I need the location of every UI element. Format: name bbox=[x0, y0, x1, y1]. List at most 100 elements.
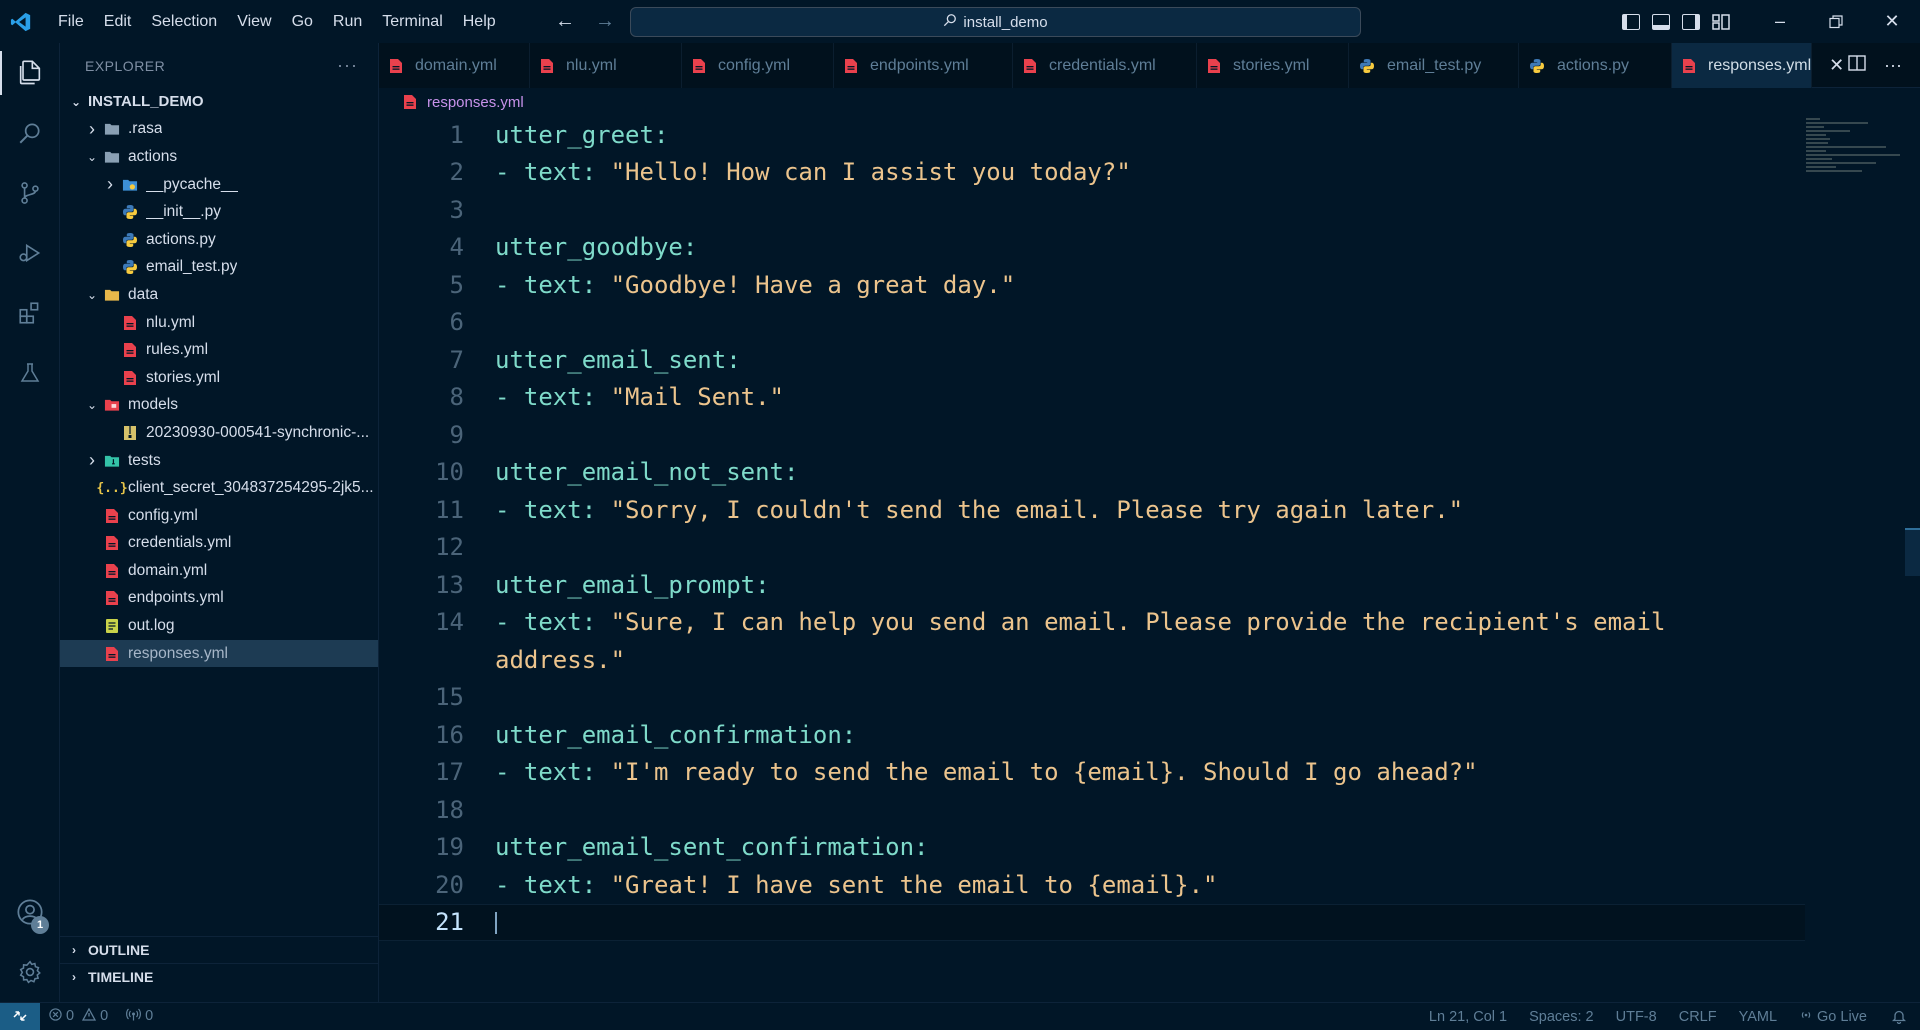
problems-indicator[interactable]: 0 0 bbox=[40, 1007, 117, 1025]
code-line[interactable]: 5 - text: "Goodbye! Have a great day." bbox=[379, 266, 1805, 304]
code-line[interactable]: 19 utter_email_sent_confirmation: bbox=[379, 829, 1805, 867]
close-window-icon[interactable]: ✕ bbox=[1864, 0, 1920, 43]
editor-tab[interactable]: responses.yml ✕ bbox=[1672, 43, 1844, 88]
editor-tab[interactable]: nlu.yml bbox=[530, 43, 682, 88]
split-editor-icon[interactable] bbox=[1848, 55, 1866, 76]
code-line[interactable]: 14 - text: "Sure, I can help you send an … bbox=[379, 604, 1805, 642]
menu-terminal[interactable]: Terminal bbox=[372, 7, 452, 37]
testing-flask-icon[interactable] bbox=[0, 343, 60, 403]
code-line[interactable]: 7 utter_email_sent: bbox=[379, 341, 1805, 379]
workspace-root[interactable]: ⌄ INSTALL_DEMO bbox=[60, 88, 378, 116]
toggle-panel-icon[interactable] bbox=[1652, 13, 1670, 30]
code-line[interactable]: 12 bbox=[379, 529, 1805, 567]
tree-item[interactable]: ⌄ actions bbox=[60, 143, 378, 171]
menu-selection[interactable]: Selection bbox=[141, 7, 227, 37]
tree-item[interactable]: › tests bbox=[60, 447, 378, 475]
notifications-bell-icon[interactable] bbox=[1878, 1009, 1920, 1024]
settings-gear-icon[interactable] bbox=[0, 942, 60, 1002]
source-control-icon[interactable] bbox=[0, 163, 60, 223]
tree-item[interactable]: responses.yml bbox=[60, 639, 378, 668]
remote-indicator-icon[interactable] bbox=[0, 1002, 40, 1030]
more-actions-icon[interactable]: ··· bbox=[337, 55, 358, 76]
editor-tab[interactable]: endpoints.yml bbox=[834, 43, 1013, 88]
forward-arrow-icon[interactable]: → bbox=[595, 10, 615, 33]
yaml-file-icon bbox=[104, 563, 120, 579]
tree-item[interactable]: nlu.yml bbox=[60, 309, 378, 337]
restore-icon[interactable] bbox=[1808, 0, 1864, 43]
scrollbar-thumb[interactable] bbox=[1905, 528, 1920, 576]
breadcrumb-file[interactable]: responses.yml bbox=[427, 94, 524, 111]
tree-item[interactable]: › .rasa bbox=[60, 116, 378, 144]
close-tab-icon[interactable]: ✕ bbox=[1829, 55, 1844, 76]
cursor-position[interactable]: Ln 21, Col 1 bbox=[1418, 1009, 1518, 1025]
current-code-line[interactable]: 21 bbox=[379, 903, 1805, 941]
code-line[interactable]: 4 utter_goodbye: bbox=[379, 229, 1805, 267]
tree-item[interactable]: {..} client_secret_304837254295-2jk5... bbox=[60, 474, 378, 502]
extensions-icon[interactable] bbox=[0, 283, 60, 343]
back-arrow-icon[interactable]: ← bbox=[555, 10, 575, 33]
outline-section[interactable]: › OUTLINE bbox=[60, 936, 379, 963]
toggle-primary-sidebar-icon[interactable] bbox=[1622, 13, 1640, 30]
code-line[interactable]: 18 bbox=[379, 791, 1805, 829]
menu-view[interactable]: View bbox=[227, 7, 281, 37]
tree-item[interactable]: config.yml bbox=[60, 502, 378, 530]
language-mode[interactable]: YAML bbox=[1728, 1009, 1788, 1025]
menu-run[interactable]: Run bbox=[323, 7, 372, 37]
tree-item[interactable]: › __pycache__ bbox=[60, 171, 378, 199]
code-line[interactable]: 13 utter_email_prompt: bbox=[379, 566, 1805, 604]
tree-item[interactable]: ⌄ data bbox=[60, 281, 378, 309]
yaml-text-key: - text: bbox=[495, 608, 611, 637]
editor-tab[interactable]: credentials.yml bbox=[1013, 43, 1197, 88]
menu-go[interactable]: Go bbox=[282, 7, 323, 37]
minimap[interactable] bbox=[1806, 116, 1906, 176]
code-line[interactable]: 16 utter_email_confirmation: bbox=[379, 716, 1805, 754]
code-line[interactable]: 10 utter_email_not_sent: bbox=[379, 454, 1805, 492]
code-line[interactable]: 17 - text: "I'm ready to send the email t… bbox=[379, 754, 1805, 792]
menu-help[interactable]: Help bbox=[453, 7, 506, 37]
menu-file[interactable]: File bbox=[48, 7, 94, 37]
run-debug-icon[interactable] bbox=[0, 223, 60, 283]
editor-tab[interactable]: actions.py bbox=[1519, 43, 1672, 88]
tree-item[interactable]: email_test.py bbox=[60, 254, 378, 282]
code-editor[interactable]: 1 utter_greet: 2 - text: "Hello! How can I … bbox=[379, 116, 1920, 1002]
tree-item[interactable]: 20230930-000541-synchronic-... bbox=[60, 419, 378, 447]
menu-edit[interactable]: Edit bbox=[94, 7, 142, 37]
code-line[interactable]: 9 bbox=[379, 416, 1805, 454]
tree-item[interactable]: rules.yml bbox=[60, 336, 378, 364]
end-of-line[interactable]: CRLF bbox=[1668, 1009, 1728, 1025]
tree-item[interactable]: out.log bbox=[60, 612, 378, 640]
editor-tab[interactable]: stories.yml bbox=[1197, 43, 1349, 88]
code-line[interactable]: address." bbox=[379, 641, 1805, 679]
tree-item[interactable]: endpoints.yml bbox=[60, 585, 378, 613]
more-editor-actions-icon[interactable]: ··· bbox=[1884, 55, 1902, 76]
minimize-icon[interactable]: – bbox=[1752, 0, 1808, 43]
encoding[interactable]: UTF-8 bbox=[1605, 1009, 1668, 1025]
tree-item[interactable]: credentials.yml bbox=[60, 530, 378, 558]
accounts-icon[interactable]: 1 bbox=[0, 882, 60, 942]
tree-item[interactable]: ⌄ models bbox=[60, 392, 378, 420]
tree-item[interactable]: domain.yml bbox=[60, 557, 378, 585]
go-live-button[interactable]: Go Live bbox=[1788, 1008, 1878, 1026]
tree-item[interactable]: __init__.py bbox=[60, 198, 378, 226]
editor-tab[interactable]: email_test.py bbox=[1349, 43, 1519, 88]
code-line[interactable]: 2 - text: "Hello! How can I assist you to… bbox=[379, 154, 1805, 192]
code-line[interactable]: 6 bbox=[379, 304, 1805, 342]
explorer-icon[interactable] bbox=[0, 43, 60, 103]
code-line[interactable]: 11 - text: "Sorry, I couldn't send the em… bbox=[379, 491, 1805, 529]
editor-tab[interactable]: domain.yml bbox=[379, 43, 530, 88]
code-line[interactable]: 1 utter_greet: bbox=[379, 116, 1805, 154]
tree-item[interactable]: actions.py bbox=[60, 226, 378, 254]
code-line[interactable]: 3 bbox=[379, 191, 1805, 229]
code-line[interactable]: 8 - text: "Mail Sent." bbox=[379, 379, 1805, 417]
command-center-search[interactable]: install_demo bbox=[630, 7, 1361, 37]
code-line[interactable]: 20 - text: "Great! I have sent the email … bbox=[379, 866, 1805, 904]
customize-layout-icon[interactable] bbox=[1712, 13, 1730, 30]
timeline-section[interactable]: › TIMELINE bbox=[60, 963, 379, 990]
code-line[interactable]: 15 bbox=[379, 679, 1805, 717]
editor-tab[interactable]: config.yml bbox=[682, 43, 834, 88]
search-view-icon[interactable] bbox=[0, 103, 60, 163]
indentation[interactable]: Spaces: 2 bbox=[1518, 1009, 1605, 1025]
tree-item[interactable]: stories.yml bbox=[60, 364, 378, 392]
toggle-secondary-sidebar-icon[interactable] bbox=[1682, 13, 1700, 30]
ports-indicator[interactable]: 0 bbox=[117, 1008, 162, 1025]
